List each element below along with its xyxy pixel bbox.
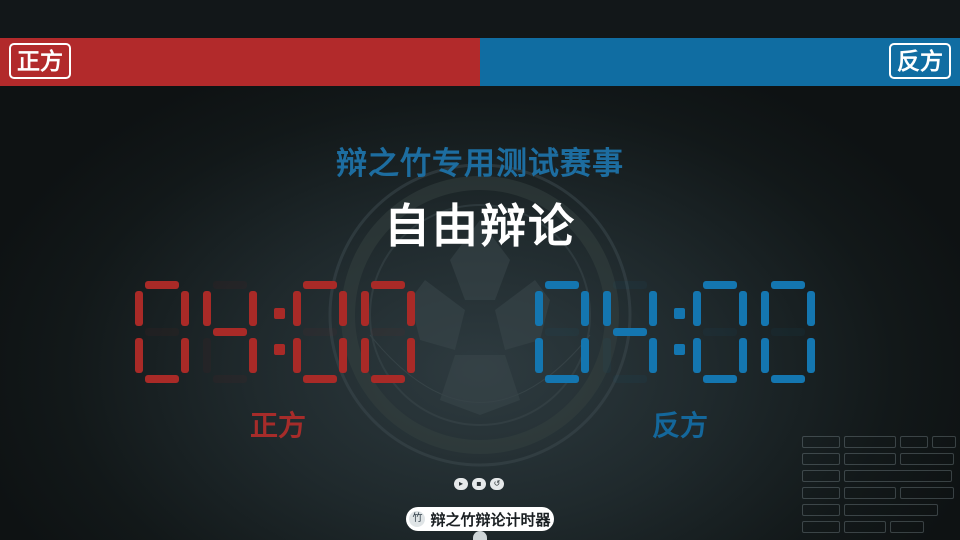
affirmative-clock-segment (361, 338, 369, 373)
negative-clock-digits (535, 281, 815, 383)
negative-clock-segment (535, 338, 543, 373)
affirmative-clock-segment (213, 281, 247, 289)
negative-clock-segment (581, 338, 589, 373)
affirmative-clock-segment (371, 375, 405, 383)
play-icon: ▸ (458, 479, 463, 488)
negative-clock-segment (545, 281, 579, 289)
affirmative-clock-segment (203, 291, 211, 326)
affirmative-clock-digit (361, 281, 415, 383)
negative-clock-segment (649, 338, 657, 373)
affirmative-clock-digits (135, 281, 415, 383)
negative-clock-segment (761, 291, 769, 326)
affirmative-clock-segment (249, 338, 257, 373)
brand-tab[interactable] (473, 531, 487, 540)
affirmative-clock-segment (213, 328, 247, 336)
negative-header-bar: 反方 (480, 38, 960, 86)
negative-header-tag: 反方 (889, 43, 951, 79)
affirmative-clock-segment (135, 291, 143, 326)
affirmative-clock-segment (135, 338, 143, 373)
affirmative-clock-segment (145, 375, 179, 383)
affirmative-clock-segment (293, 291, 301, 326)
affirmative-clock-segment (361, 291, 369, 326)
negative-clock-segment (807, 338, 815, 373)
affirmative-clock-segment (303, 375, 337, 383)
negative-clock-segment (693, 338, 701, 373)
settings-panel-ghost (802, 436, 960, 540)
negative-clock-segment (703, 281, 737, 289)
negative-clock-segment (603, 291, 611, 326)
brand-name: 辩之竹辩论计时器 (430, 510, 551, 529)
affirmative-clock-segment (371, 281, 405, 289)
timer-controls: ▸ ▪ ↺ (454, 478, 508, 492)
affirmative-clock-segment (203, 338, 211, 373)
play-button[interactable]: ▸ (454, 478, 468, 490)
affirmative-clock (132, 278, 432, 386)
negative-clock-segment (761, 338, 769, 373)
negative-clock-segment (603, 338, 611, 373)
negative-clock-segment (771, 281, 805, 289)
affirmative-clock-digit (135, 281, 189, 383)
affirmative-clock-segment (407, 291, 415, 326)
affirmative-clock-colon-dot (274, 344, 285, 355)
negative-clock-segment (739, 291, 747, 326)
negative-clock-digit (535, 281, 589, 383)
negative-clock-segment (703, 375, 737, 383)
negative-clock-digit (603, 281, 657, 383)
negative-clock-segment (613, 375, 647, 383)
negative-clock-segment (581, 291, 589, 326)
negative-clock-colon-dot (674, 344, 685, 355)
negative-clock-label: 反方 (651, 409, 708, 442)
affirmative-header-tag: 正方 (9, 43, 71, 79)
negative-clock-segment (649, 291, 657, 326)
negative-clock-segment (693, 291, 701, 326)
brand-badge[interactable]: 竹 辩之竹辩论计时器 (406, 507, 554, 531)
affirmative-clock-segment (145, 328, 179, 336)
reset-button[interactable]: ↺ (490, 478, 504, 490)
negative-clock-colon-dot (674, 308, 685, 319)
affirmative-clock-segment (213, 375, 247, 383)
negative-clock-segment (771, 328, 805, 336)
negative-clock-segment (545, 375, 579, 383)
affirmative-clock-segment (249, 291, 257, 326)
affirmative-clock-segment (339, 291, 347, 326)
affirmative-clock-segment (145, 281, 179, 289)
affirmative-clock-segment (407, 338, 415, 373)
affirmative-clock-segment (293, 338, 301, 373)
affirmative-clock-digit (203, 281, 257, 383)
pause-icon: ▪ (476, 479, 482, 488)
affirmative-clock-digit (293, 281, 347, 383)
affirmative-clock-segment (339, 338, 347, 373)
stage-title: 自由辩论 (384, 199, 576, 253)
reset-icon: ↺ (493, 479, 501, 488)
pause-button[interactable]: ▪ (472, 478, 486, 490)
affirmative-clock-segment (181, 291, 189, 326)
affirmative-clock-colon-dot (274, 308, 285, 319)
timer-screen: 正方 反方 辩之竹专用测试赛事 自由辩论 正方 反方 ▸ ▪ ↺ 竹 辩之竹辩论… (0, 0, 960, 540)
negative-clock-segment (613, 281, 647, 289)
negative-clock-segment (739, 338, 747, 373)
negative-clock (532, 278, 832, 386)
negative-clock-segment (807, 291, 815, 326)
affirmative-clock-label: 正方 (249, 409, 306, 442)
negative-clock-segment (545, 328, 579, 336)
affirmative-clock-segment (181, 338, 189, 373)
affirmative-clock-segment (371, 328, 405, 336)
negative-clock-digit (761, 281, 815, 383)
affirmative-header-bar: 正方 (0, 38, 480, 86)
top-strip (0, 0, 960, 38)
bamboo-logo-icon: 竹 (409, 511, 426, 527)
negative-clock-segment (613, 328, 647, 336)
negative-clock-digit (693, 281, 747, 383)
event-title: 辩之竹专用测试赛事 (336, 146, 624, 182)
negative-clock-segment (771, 375, 805, 383)
negative-clock-segment (703, 328, 737, 336)
affirmative-clock-segment (303, 328, 337, 336)
negative-clock-segment (535, 291, 543, 326)
affirmative-clock-segment (303, 281, 337, 289)
